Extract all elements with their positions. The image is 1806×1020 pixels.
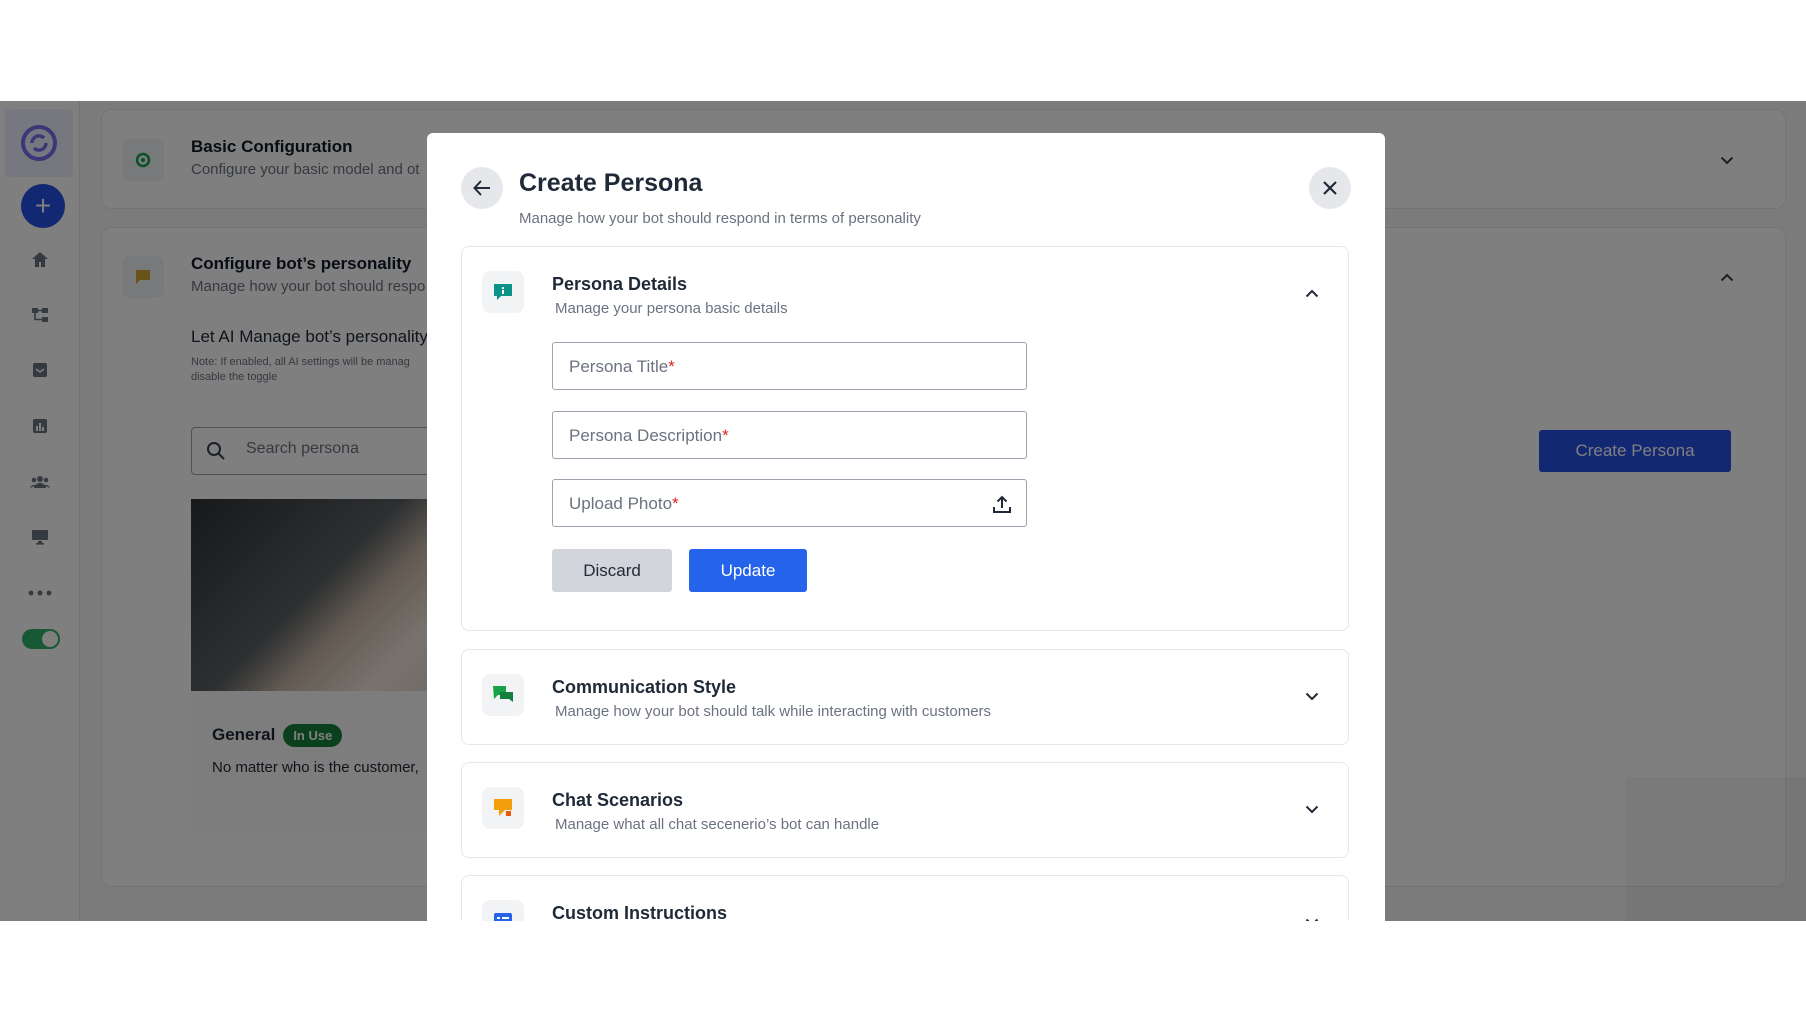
- chevron-down-icon[interactable]: [1302, 686, 1322, 706]
- communication-style-subtitle: Manage how your bot should talk while in…: [555, 703, 992, 720]
- persona-details-subtitle: Manage your persona basic details: [555, 300, 788, 317]
- section-custom-instructions[interactable]: Custom Instructions: [461, 875, 1349, 921]
- scenario-chat-icon: [482, 787, 524, 829]
- close-button[interactable]: [1309, 167, 1351, 209]
- update-button[interactable]: Update: [689, 549, 807, 592]
- chat-scenarios-title: Chat Scenarios: [552, 790, 684, 810]
- required-marker: *: [672, 494, 679, 513]
- back-button[interactable]: [461, 167, 503, 209]
- persona-description-field[interactable]: Persona Description*: [552, 411, 1027, 459]
- app-viewport: + Basic Configuration Configure your bas…: [0, 101, 1806, 921]
- custom-instructions-title: Custom Instructions: [552, 903, 728, 921]
- persona-description-input[interactable]: [569, 412, 989, 458]
- arrow-left-icon: [473, 180, 490, 196]
- upload-photo-placeholder: Upload Photo: [569, 494, 673, 513]
- section-communication-style[interactable]: Communication Style Manage how your bot …: [461, 649, 1349, 745]
- info-icon: [482, 271, 524, 313]
- chevron-up-icon[interactable]: [1302, 283, 1322, 303]
- chevron-down-icon[interactable]: [1302, 799, 1322, 819]
- persona-title-field[interactable]: Persona Title*: [552, 342, 1027, 390]
- list-icon: [482, 900, 524, 921]
- modal-subtitle: Manage how your bot should respond in te…: [519, 210, 921, 227]
- persona-details-title: Persona Details: [552, 274, 688, 294]
- upload-photo-field[interactable]: Upload Photo*: [552, 479, 1027, 527]
- create-persona-modal: Create Persona Manage how your bot shoul…: [427, 133, 1385, 921]
- chat-scenarios-subtitle: Manage what all chat secenerio’s bot can…: [555, 816, 880, 833]
- chat-bubbles-icon: [482, 674, 524, 716]
- close-icon: [1323, 181, 1337, 195]
- modal-title: Create Persona: [519, 169, 703, 197]
- discard-button[interactable]: Discard: [552, 549, 672, 592]
- communication-style-title: Communication Style: [552, 677, 737, 697]
- overlay-patch: [1626, 777, 1806, 921]
- persona-title-input[interactable]: [569, 343, 989, 389]
- section-chat-scenarios[interactable]: Chat Scenarios Manage what all chat sece…: [461, 762, 1349, 858]
- chevron-down-icon[interactable]: [1302, 912, 1322, 921]
- section-persona-details: Persona Details Manage your persona basi…: [461, 246, 1349, 631]
- upload-icon[interactable]: [990, 492, 1014, 516]
